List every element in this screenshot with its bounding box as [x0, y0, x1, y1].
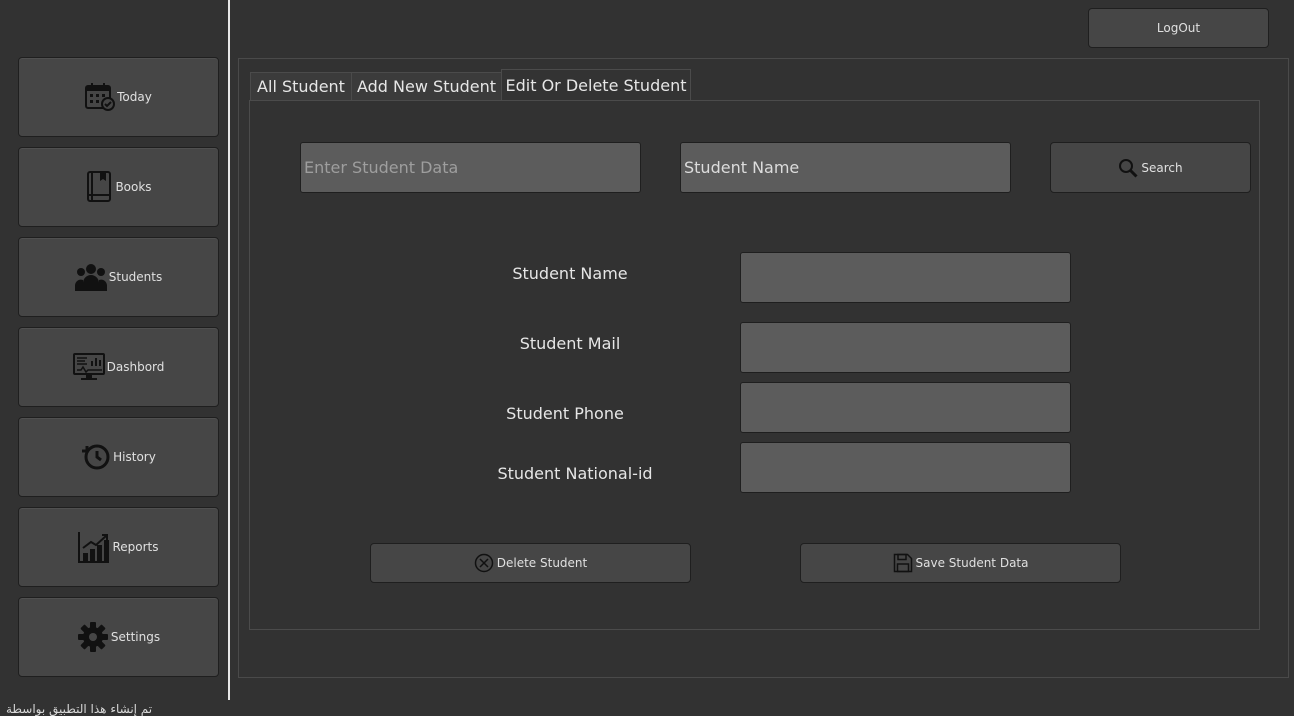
save-icon	[893, 553, 912, 573]
sidebar-item-today[interactable]: Today	[18, 57, 219, 137]
sidebar-item-reports[interactable]: Reports	[18, 507, 219, 587]
tab-add-new-student[interactable]: Add New Student	[351, 72, 502, 100]
tab-edit-or-delete-student[interactable]: Edit Or Delete Student	[501, 69, 691, 101]
sidebar-item-label: Reports	[112, 540, 159, 554]
gear-icon	[77, 622, 108, 652]
student-mail-field[interactable]	[740, 322, 1071, 373]
student-name-field[interactable]	[740, 252, 1071, 303]
search-button[interactable]: Search	[1050, 142, 1251, 193]
sidebar-item-history[interactable]: History	[18, 417, 219, 497]
student-name-label: Student Name	[512, 264, 628, 283]
logout-button[interactable]: LogOut	[1088, 8, 1269, 48]
users-icon	[74, 264, 107, 291]
sidebar-item-students[interactable]: Students	[18, 237, 219, 317]
book-icon	[87, 171, 112, 202]
sidebar-divider	[228, 0, 230, 700]
sidebar-item-dashbord[interactable]: Dashbord	[18, 327, 219, 407]
search-button-label: Search	[1141, 160, 1183, 175]
sidebar-item-settings[interactable]: Settings	[18, 597, 219, 677]
sidebar-item-label: Books	[115, 180, 152, 194]
calendar-icon	[85, 83, 116, 111]
sidebar-item-books[interactable]: Books	[18, 147, 219, 227]
student-phone-label: Student Phone	[506, 404, 624, 423]
search-icon	[1119, 158, 1138, 178]
student-national-id-label: Student National-id	[497, 464, 653, 483]
search-input[interactable]: Enter Student Data	[300, 142, 641, 193]
sidebar-item-label: Settings	[110, 630, 161, 644]
student-phone-field[interactable]	[740, 382, 1071, 433]
sidebar-item-label: Dashbord	[106, 360, 165, 374]
tab-all-student[interactable]: All Student	[250, 72, 352, 100]
sidebar-item-label: Today	[117, 90, 152, 104]
save-student-label: Save Student Data	[915, 556, 1029, 570]
save-student-button[interactable]: Save Student Data	[800, 543, 1121, 583]
student-national-id-field[interactable]	[740, 442, 1071, 493]
search-type-select[interactable]: Student Name	[680, 142, 1011, 193]
sidebar-item-label: Students	[108, 270, 163, 284]
monitor-chart-icon	[72, 353, 105, 380]
sidebar-item-label: History	[113, 450, 156, 464]
history-icon	[82, 444, 110, 470]
student-mail-label: Student Mail	[519, 334, 621, 353]
close-circle-icon	[474, 553, 493, 573]
bar-chart-icon	[78, 532, 110, 563]
delete-student-label: Delete Student	[496, 556, 588, 570]
delete-student-button[interactable]: Delete Student	[370, 543, 691, 583]
